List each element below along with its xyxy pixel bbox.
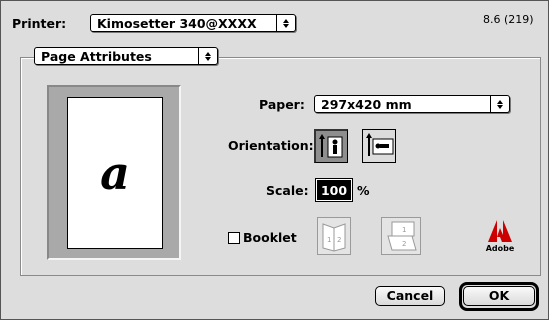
- landscape-orientation-button[interactable]: [362, 129, 396, 163]
- page-preview: a: [47, 85, 181, 260]
- orientation-label: Orientation:: [228, 138, 314, 153]
- printer-label: Printer:: [12, 16, 67, 31]
- paper-popup[interactable]: 297x420 mm: [314, 95, 510, 113]
- adobe-logo-text: Adobe: [485, 244, 515, 253]
- preview-page: a: [67, 97, 163, 249]
- printer-popup[interactable]: Kimosetter 340@XXXX: [90, 14, 296, 32]
- popup-arrows-icon: [276, 15, 295, 31]
- printer-popup-value: Kimosetter 340@XXXX: [97, 16, 257, 31]
- ok-button[interactable]: OK: [463, 286, 535, 306]
- svg-text:2: 2: [337, 236, 341, 244]
- panel-popup[interactable]: Page Attributes: [34, 47, 218, 65]
- portrait-orientation-button[interactable]: [314, 129, 348, 163]
- booklet-top-fold-button[interactable]: 1 2: [381, 217, 421, 255]
- svg-text:1: 1: [402, 226, 406, 234]
- booklet-side-fold-button[interactable]: 1 2: [317, 217, 351, 255]
- paper-label: Paper:: [259, 97, 305, 112]
- adobe-logo-icon: [488, 220, 512, 242]
- booklet-checkbox[interactable]: [228, 232, 240, 244]
- scale-label: Scale:: [266, 183, 309, 198]
- popup-arrows-icon: [198, 48, 217, 64]
- landscape-orientation-icon: [366, 133, 394, 156]
- svg-text:2: 2: [402, 240, 406, 248]
- booklet-side-fold-icon: 1 2: [322, 223, 346, 252]
- portrait-orientation-icon: [319, 134, 343, 158]
- paper-popup-value: 297x420 mm: [321, 97, 412, 112]
- svg-text:1: 1: [327, 236, 331, 244]
- adobe-logo: Adobe: [485, 219, 515, 259]
- preview-glyph: a: [100, 146, 130, 200]
- scale-unit: %: [357, 183, 370, 198]
- booklet-label: Booklet: [243, 230, 297, 245]
- version-text: 8.6 (219): [483, 13, 534, 26]
- scale-input[interactable]: 100: [317, 180, 351, 200]
- booklet-top-fold-icon: 1 2: [387, 221, 417, 251]
- popup-arrows-icon: [490, 96, 509, 112]
- page-setup-dialog: Printer: Kimosetter 340@XXXX 8.6 (219) P…: [0, 0, 549, 320]
- cancel-button[interactable]: Cancel: [375, 286, 445, 306]
- panel-popup-value: Page Attributes: [41, 49, 152, 64]
